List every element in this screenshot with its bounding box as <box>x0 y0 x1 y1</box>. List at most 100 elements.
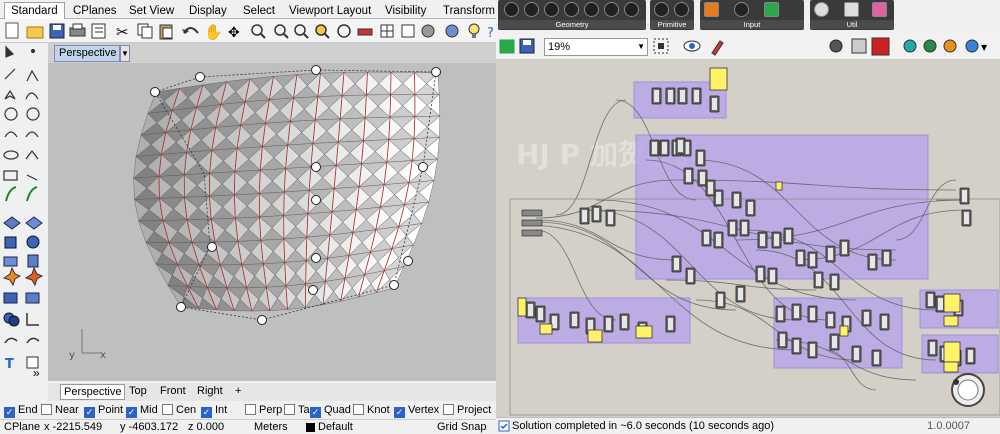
orient-icon[interactable] <box>4 337 18 344</box>
osnap-mid[interactable]: ✓ Mid <box>126 404 158 418</box>
panel[interactable] <box>587 329 603 343</box>
viewport-icon[interactable] <box>401 24 415 38</box>
loft-icon[interactable] <box>25 216 43 230</box>
sketch-pen-icon[interactable] <box>711 40 724 56</box>
vptab-right[interactable]: Right <box>194 384 226 400</box>
sphere-render-icon[interactable] <box>943 39 957 53</box>
tab-standard[interactable]: Standard <box>4 2 65 19</box>
new-file-icon[interactable] <box>5 22 19 39</box>
freeform-icon[interactable] <box>26 174 38 181</box>
control-point[interactable] <box>418 162 428 172</box>
control-point[interactable] <box>389 280 399 290</box>
surface-icon[interactable] <box>3 216 21 230</box>
control-point[interactable] <box>311 162 321 172</box>
offset-icon[interactable] <box>26 186 38 202</box>
save-file-icon[interactable] <box>519 38 535 54</box>
explode-icon[interactable] <box>2 266 22 287</box>
point-icon[interactable] <box>30 48 36 54</box>
osnap-perp[interactable]: Perp <box>245 404 282 417</box>
zoom-dial-icon[interactable] <box>948 370 988 410</box>
control-point[interactable] <box>403 256 413 266</box>
osnap-quad[interactable]: ✓ Quad <box>310 404 351 418</box>
osnap-end[interactable]: ✓ End <box>4 404 38 418</box>
input-group[interactable]: Input <box>700 0 804 30</box>
boolean-icon[interactable] <box>3 312 20 327</box>
panel[interactable] <box>709 67 728 91</box>
zoom-window-icon[interactable] <box>274 24 289 39</box>
status-cplane[interactable]: CPlane <box>4 421 40 434</box>
paste-icon[interactable] <box>159 24 173 40</box>
panel[interactable] <box>539 323 553 335</box>
dimension-icon[interactable] <box>26 313 39 326</box>
osnap-near[interactable]: Near <box>41 404 79 417</box>
arc-icon[interactable] <box>4 131 18 138</box>
flow-icon[interactable] <box>26 337 40 344</box>
panel[interactable] <box>635 325 653 339</box>
osnap-checkbox[interactable]: ✓ <box>126 407 137 418</box>
panel[interactable] <box>943 341 961 363</box>
status-grid-snap[interactable]: Grid Snap <box>437 421 487 434</box>
cylinder-icon[interactable] <box>27 254 39 268</box>
zoom-level-select[interactable]: 19% ▼ <box>544 38 648 56</box>
pan-icon[interactable]: ✋ <box>204 23 223 41</box>
primitive-group[interactable]: Primitive <box>650 0 694 30</box>
tab-select[interactable]: Select <box>236 2 282 19</box>
control-point[interactable] <box>308 285 318 295</box>
osnap-vertex[interactable]: ✓ Vertex <box>394 404 439 418</box>
osnap-point[interactable]: ✓ Point <box>84 404 123 418</box>
undo-icon[interactable] <box>182 27 199 34</box>
zoom-icon[interactable] <box>251 24 266 39</box>
perspective-viewport[interactable]: y x <box>48 63 496 381</box>
panel[interactable] <box>943 293 961 313</box>
save-icon[interactable] <box>49 23 65 39</box>
osnap-checkbox[interactable]: ✓ <box>201 407 212 418</box>
mesh-icon[interactable] <box>4 359 21 376</box>
render-sphere-icon[interactable] <box>445 24 459 38</box>
status-units[interactable]: Meters <box>254 421 288 434</box>
ellipse-icon[interactable] <box>3 150 19 160</box>
osnap-checkbox[interactable] <box>162 404 173 415</box>
vptab-top[interactable]: Top <box>126 384 150 400</box>
control-point[interactable] <box>311 195 321 205</box>
expand-toolbar-button[interactable]: » <box>33 366 40 380</box>
status-layer[interactable]: Default <box>318 421 353 434</box>
trim-icon[interactable] <box>3 292 18 304</box>
polygon-icon[interactable] <box>25 150 39 160</box>
panel[interactable] <box>839 325 849 337</box>
box-icon[interactable] <box>4 236 17 249</box>
vptab-front[interactable]: Front <box>157 384 189 400</box>
osnap-cen[interactable]: Cen <box>162 404 196 417</box>
help-icon[interactable]: ? <box>487 26 494 41</box>
control-point[interactable] <box>257 315 267 325</box>
osnap-checkbox[interactable]: ✓ <box>84 407 95 418</box>
print-icon[interactable] <box>69 23 86 37</box>
polyline-icon[interactable] <box>26 69 39 82</box>
gh-canvas[interactable]: HJ P 加贺設計 <box>496 60 1000 417</box>
rectangle-icon[interactable] <box>3 170 18 181</box>
tab-cplanes[interactable]: CPlanes <box>66 2 123 19</box>
osnap-checkbox[interactable] <box>443 404 454 415</box>
panel[interactable] <box>943 315 959 327</box>
osnap-checkbox[interactable]: ✓ <box>394 407 405 418</box>
select-arrow-icon[interactable] <box>5 45 15 58</box>
control-point[interactable] <box>195 72 205 82</box>
util-group[interactable]: Util <box>810 0 894 30</box>
osnap-checkbox[interactable] <box>284 404 295 415</box>
zoom-extents-icon[interactable] <box>653 38 669 54</box>
tab-transform[interactable]: Transform <box>436 2 502 19</box>
osnap-knot[interactable]: Knot <box>353 404 390 417</box>
tab-set-view[interactable]: Set View <box>122 2 181 19</box>
preview-eye-icon[interactable] <box>683 40 701 52</box>
rotate-view-icon[interactable] <box>337 24 351 38</box>
open-folder-icon[interactable] <box>26 26 44 39</box>
preview-mode-icon[interactable] <box>829 39 843 53</box>
osnap-int[interactable]: ✓ Int <box>201 404 227 418</box>
control-point[interactable] <box>431 67 441 77</box>
split-icon[interactable] <box>25 292 40 304</box>
interp-curve-icon[interactable] <box>25 92 39 100</box>
control-point[interactable] <box>176 302 186 312</box>
viewport-title[interactable]: Perspective <box>54 45 120 62</box>
panel[interactable] <box>517 297 527 317</box>
grid-icon[interactable] <box>380 24 394 38</box>
join-icon[interactable] <box>24 266 44 287</box>
